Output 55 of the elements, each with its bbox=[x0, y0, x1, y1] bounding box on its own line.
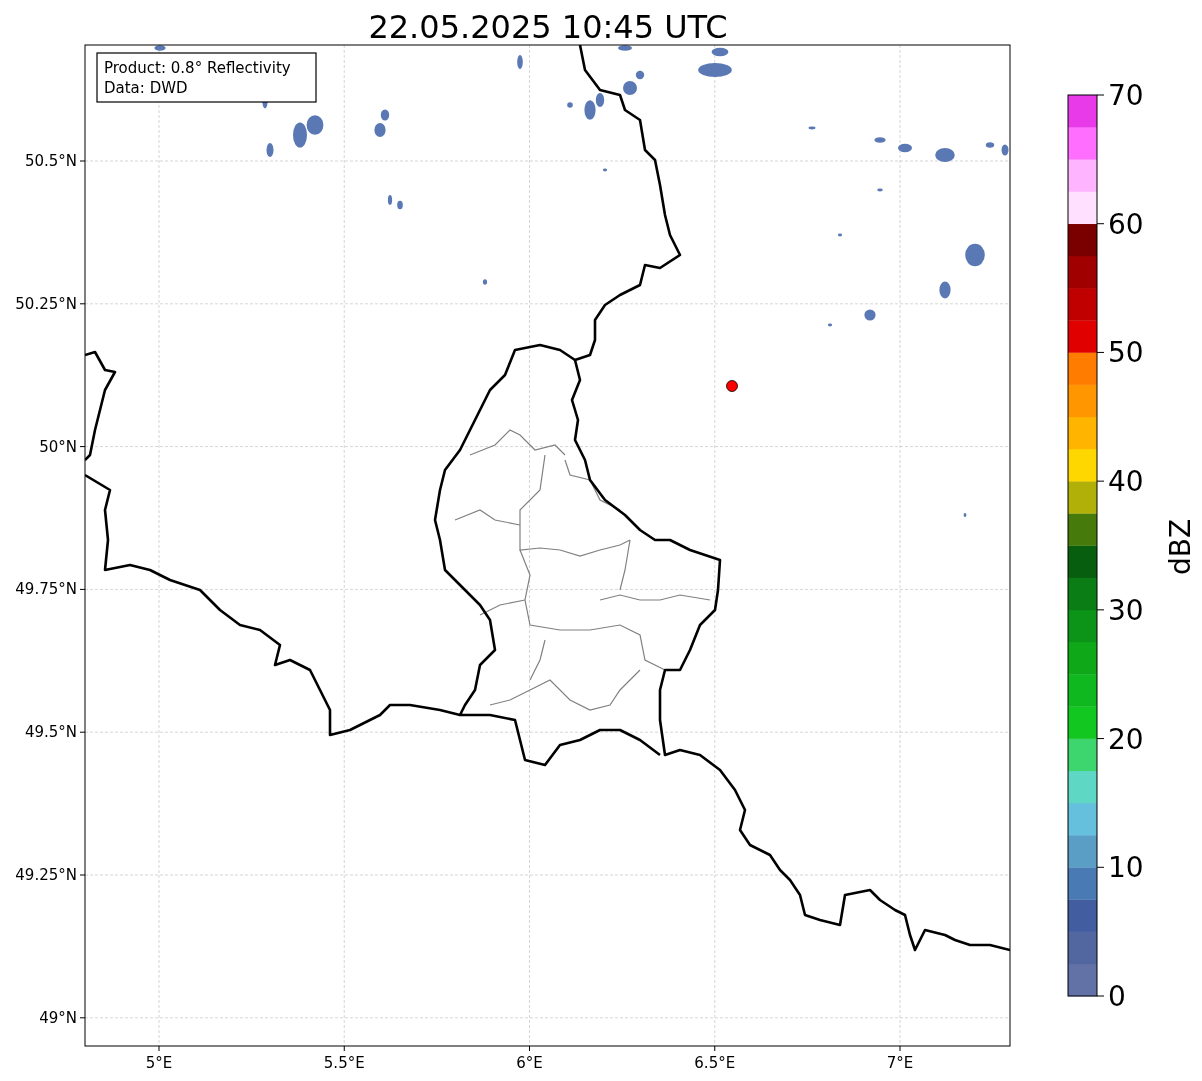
info-text: Data: DWD bbox=[104, 79, 188, 97]
radar-echo bbox=[837, 233, 843, 237]
x-tick-label: 6.5°E bbox=[694, 1054, 736, 1072]
radar-echo bbox=[827, 323, 833, 327]
radar-echo bbox=[864, 309, 876, 321]
colorbar-tick-label: 0 bbox=[1108, 980, 1126, 1013]
radar-echo bbox=[266, 143, 274, 157]
radar-echo bbox=[374, 123, 386, 137]
radar-echo bbox=[306, 115, 324, 135]
y-tick-label: 49.75°N bbox=[15, 580, 77, 599]
y-tick-label: 49.25°N bbox=[15, 866, 77, 884]
radar-echo bbox=[567, 102, 573, 108]
info-text: Product: 0.8° Reflectivity bbox=[104, 59, 291, 77]
radar-echo bbox=[965, 243, 985, 267]
radar-echo bbox=[935, 148, 955, 162]
radar-echo bbox=[963, 512, 967, 518]
radar-echo bbox=[482, 279, 488, 285]
colorbar-tick-label: 50 bbox=[1108, 336, 1144, 370]
x-tick-label: 6°E bbox=[516, 1054, 543, 1072]
radar-echo bbox=[877, 188, 883, 192]
x-tick-label: 5.5°E bbox=[323, 1054, 365, 1072]
radar-echo bbox=[1001, 144, 1009, 156]
radar-echo bbox=[595, 93, 605, 107]
x-tick-label: 7°E bbox=[886, 1054, 914, 1072]
radar-echo bbox=[874, 137, 886, 143]
radar-echo bbox=[808, 126, 816, 130]
colorbar-tick-label: 60 bbox=[1108, 207, 1144, 241]
radar-echo bbox=[517, 55, 523, 69]
radar-echo bbox=[293, 122, 307, 148]
radar-echo bbox=[380, 109, 390, 121]
radar-echo bbox=[584, 100, 596, 120]
colorbar-label: dBZ bbox=[1164, 518, 1197, 576]
chart-title: 22.05.2025 10:45 UTC bbox=[368, 8, 728, 46]
x-tick-label: 5°E bbox=[145, 1054, 173, 1072]
colorbar-tick-label: 10 bbox=[1108, 851, 1144, 885]
radar-echo bbox=[602, 168, 608, 172]
y-tick-label: 49.5°N bbox=[24, 723, 77, 742]
colorbar-tick-label: 70 bbox=[1108, 79, 1144, 112]
radar-echo bbox=[898, 143, 912, 153]
y-tick-label: 50.25°N bbox=[15, 294, 77, 313]
y-tick-label: 49°N bbox=[39, 1008, 77, 1027]
y-tick-label: 50.5°N bbox=[24, 152, 77, 170]
radar-echo bbox=[698, 63, 732, 77]
radar-echo bbox=[635, 70, 645, 80]
radar-echo bbox=[939, 281, 951, 299]
radar-echo bbox=[711, 47, 729, 57]
colorbar-tick-label: 40 bbox=[1108, 465, 1144, 499]
colorbar-tick-label: 20 bbox=[1108, 722, 1144, 756]
radar-echo bbox=[985, 142, 995, 148]
y-tick-label: 50°N bbox=[39, 437, 77, 456]
location-marker bbox=[726, 380, 738, 392]
colorbar-tick-label: 30 bbox=[1108, 593, 1144, 627]
radar-echo bbox=[623, 81, 637, 95]
radar-echo bbox=[154, 45, 166, 51]
radar-echo bbox=[618, 45, 632, 51]
